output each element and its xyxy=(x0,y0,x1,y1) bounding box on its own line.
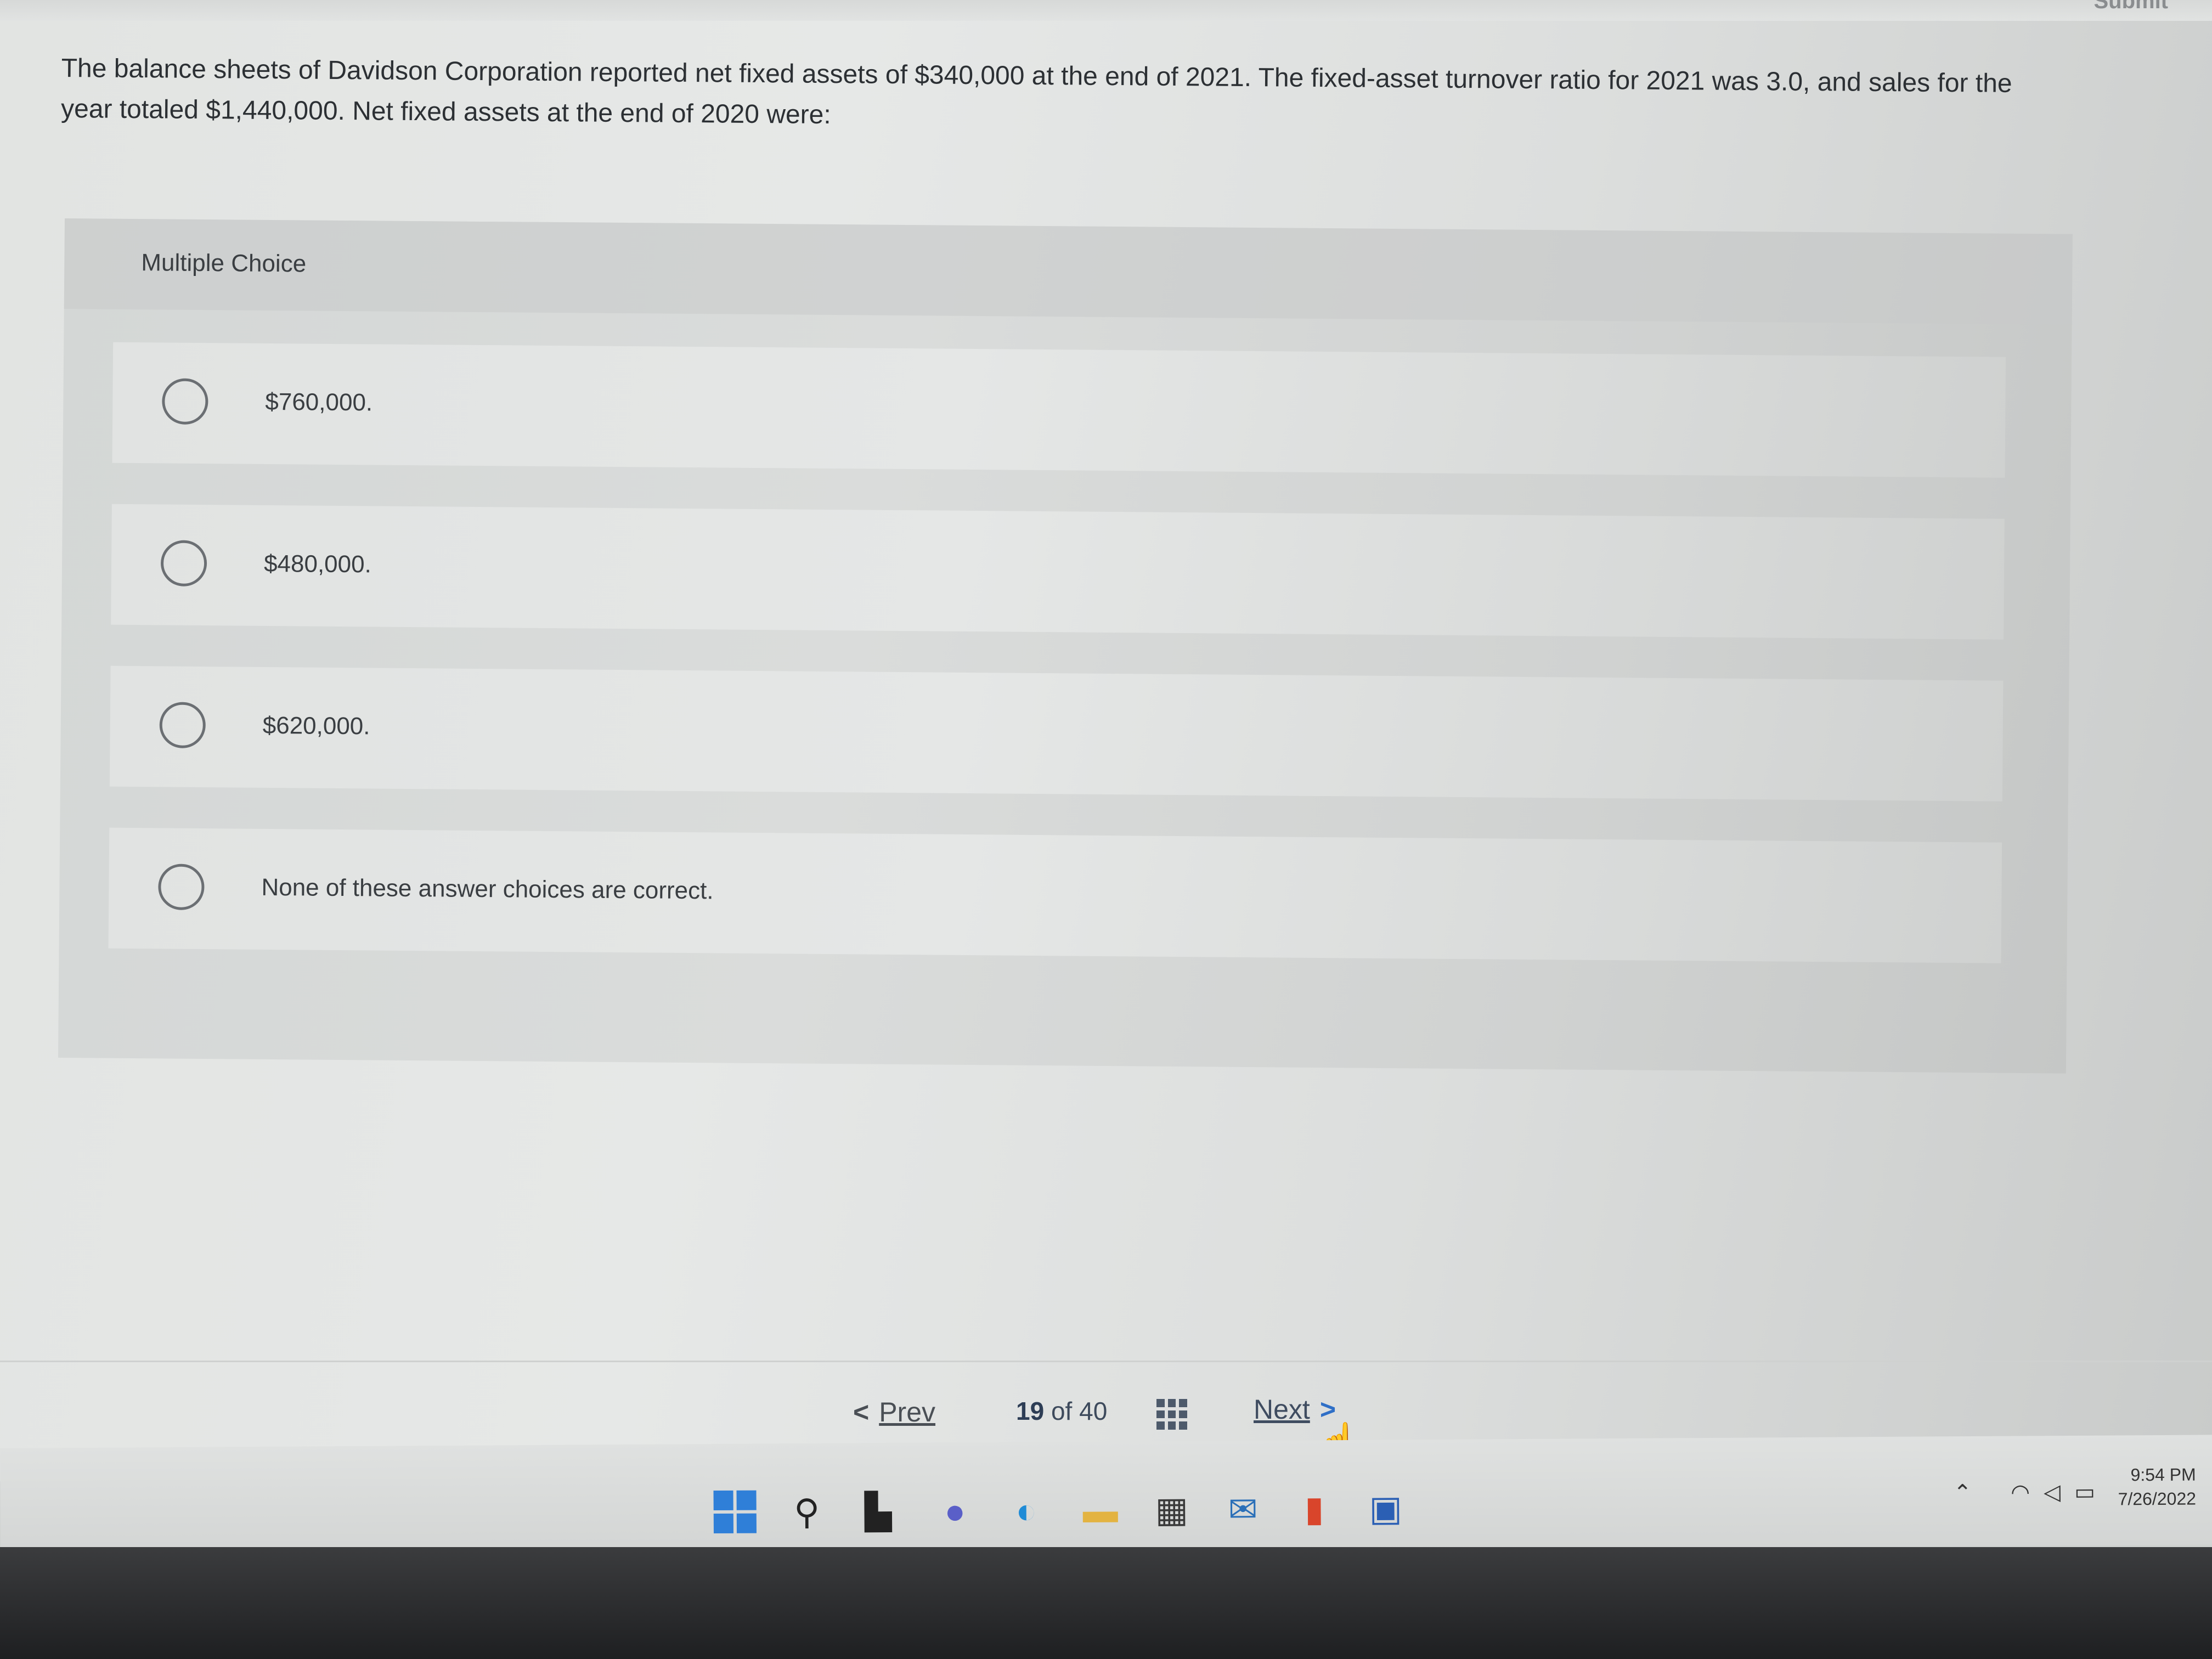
chevron-up-icon[interactable]: ⌃ xyxy=(1953,1481,1972,1505)
radio-button[interactable] xyxy=(158,864,205,911)
answer-option-text: $620,000. xyxy=(262,712,370,740)
multiple-choice-header: Multiple Choice xyxy=(64,218,2073,325)
multiple-choice-label: Multiple Choice xyxy=(141,249,307,278)
monitor-bezel xyxy=(0,1547,2212,1659)
windows-start-icon[interactable] xyxy=(713,1490,757,1534)
store-icon[interactable]: ▦ xyxy=(1149,1488,1193,1532)
answer-option-3[interactable]: $620,000. xyxy=(109,665,2004,802)
answer-option-text: $760,000. xyxy=(265,388,373,416)
page-counter: 19 of 40 xyxy=(1016,1396,1107,1426)
radio-button[interactable] xyxy=(159,702,206,749)
radio-button[interactable] xyxy=(162,378,208,425)
clock-date: 7/26/2022 xyxy=(2118,1488,2197,1509)
taskbar: ⚲ ▙ ● ◐ ▬ ▦ ✉ ▮ ▣ ⌃ ◠ ◁ ▭ 9:54 PM 7/26/2… xyxy=(0,1435,2212,1558)
prev-label: Prev xyxy=(879,1397,936,1427)
wifi-icon[interactable]: ◠ xyxy=(2011,1480,2030,1504)
answer-option-2[interactable]: $480,000. xyxy=(111,504,2005,640)
current-page: 19 xyxy=(1016,1397,1045,1425)
file-explorer-icon[interactable]: ▬ xyxy=(1078,1488,1122,1532)
question-text: The balance sheets of Davidson Corporati… xyxy=(60,53,2012,130)
answer-option-text: $480,000. xyxy=(263,550,372,578)
submit-button[interactable]: Submit xyxy=(2094,0,2168,14)
answer-option-text: None of these answer choices are correct… xyxy=(261,873,714,905)
screen: Submit The balance sheets of Davidson Co… xyxy=(0,0,2212,1481)
of-label: of xyxy=(1051,1397,1073,1425)
chat-icon[interactable]: ● xyxy=(933,1489,977,1533)
nav-divider xyxy=(0,1361,2212,1362)
clock-time: 9:54 PM xyxy=(2130,1464,2196,1485)
edge-browser-icon[interactable]: ◐ xyxy=(1004,1488,1048,1532)
question-grid-icon[interactable] xyxy=(1156,1399,1187,1430)
answer-option-4[interactable]: None of these answer choices are correct… xyxy=(108,827,2002,963)
search-icon[interactable]: ⚲ xyxy=(785,1490,828,1534)
chevron-left-icon: < xyxy=(853,1397,870,1427)
radio-button[interactable] xyxy=(160,540,207,587)
word-icon[interactable]: ▣ xyxy=(1363,1486,1407,1530)
battery-icon[interactable]: ▭ xyxy=(2074,1480,2095,1504)
chevron-right-icon: > xyxy=(1319,1394,1336,1425)
total-pages: 40 xyxy=(1079,1397,1108,1425)
task-view-icon[interactable]: ▙ xyxy=(856,1489,900,1533)
multiple-choice-panel: Multiple Choice $760,000. $480,000. $620… xyxy=(58,218,2073,1074)
volume-icon[interactable]: ◁ xyxy=(2044,1480,2061,1504)
answer-option-1[interactable]: $760,000. xyxy=(112,342,2006,478)
clock[interactable]: 9:54 PM 7/26/2022 xyxy=(2118,1463,2197,1511)
office-icon[interactable]: ▮ xyxy=(1292,1487,1336,1531)
system-tray: ⌃ ◠ ◁ ▭ xyxy=(1953,1480,2095,1506)
mail-icon[interactable]: ✉ xyxy=(1221,1487,1265,1531)
next-label: Next xyxy=(1254,1394,1310,1425)
top-edge: Submit xyxy=(0,0,2212,21)
prev-button[interactable]: < Prev xyxy=(853,1396,935,1428)
